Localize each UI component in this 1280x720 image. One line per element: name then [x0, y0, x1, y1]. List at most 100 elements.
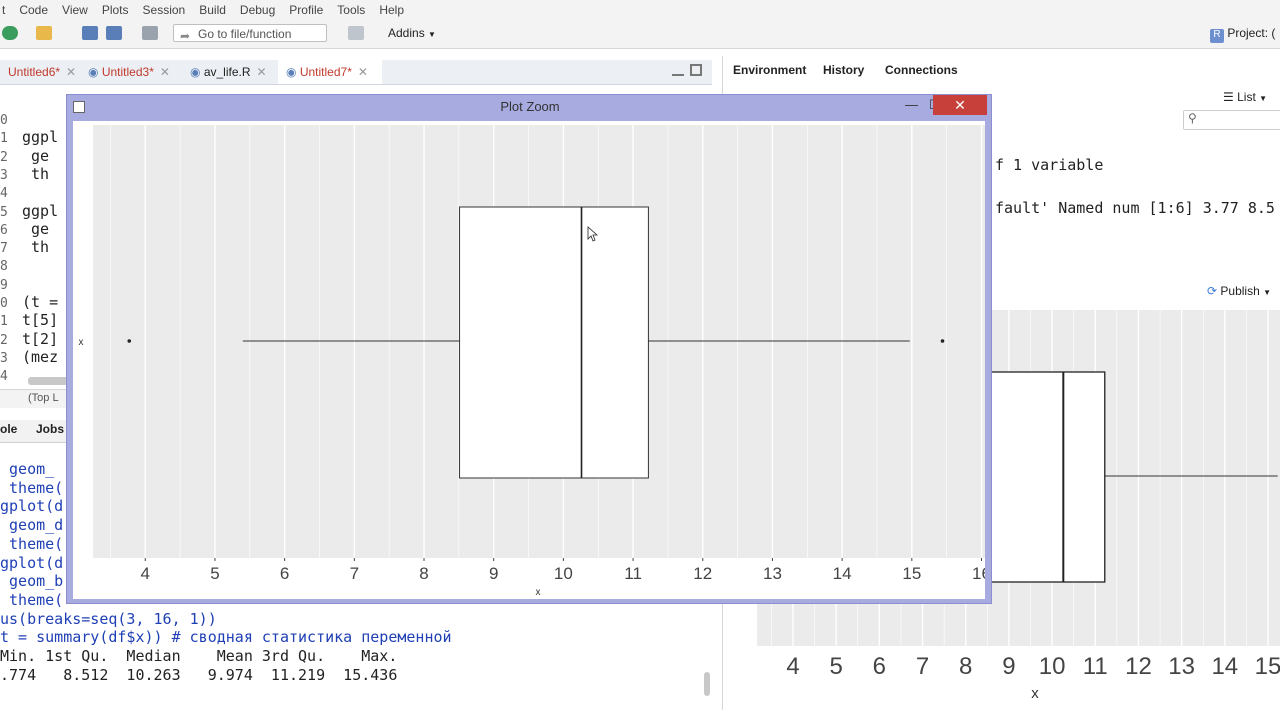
console-line: theme(: [0, 478, 64, 497]
console-line: theme(: [0, 590, 64, 609]
tab-av-life[interactable]: ◉ av_life.R ✕: [182, 60, 280, 84]
code-line: 4: [0, 183, 22, 201]
close-icon[interactable]: ✕: [66, 65, 76, 79]
zoom-plot: x 4 5 6 7 8 9 10 11 12 13 14 15 16 x: [79, 125, 991, 598]
minimize-pane-icon[interactable]: [672, 66, 684, 76]
tab-environment[interactable]: Environment: [733, 56, 806, 84]
popup-title: Plot Zoom: [500, 99, 560, 114]
console-line: geom_: [0, 460, 55, 478]
tab-console[interactable]: ole: [0, 422, 17, 436]
menu-item-profile[interactable]: Profile: [289, 0, 323, 20]
chevron-down-icon: ▼: [428, 30, 436, 39]
menu-item-plots[interactable]: Plots: [102, 0, 129, 20]
goto-file-input[interactable]: ➦ Go to file/function: [173, 24, 327, 43]
save-icon[interactable]: [82, 26, 98, 40]
line-text: t[5]: [22, 311, 59, 330]
close-window-button[interactable]: ✕: [933, 95, 987, 115]
menu-item-tools[interactable]: Tools: [337, 0, 365, 20]
x-tick-label: 9: [1002, 653, 1015, 680]
r-file-icon: ◉: [190, 65, 201, 79]
close-icon: ✕: [954, 97, 966, 113]
y-tick-label: x: [79, 337, 84, 348]
console-line: geom_d: [0, 516, 64, 535]
minimize-window-icon[interactable]: —: [905, 97, 918, 112]
line-number: 3: [0, 350, 8, 366]
line-number: 6: [0, 222, 8, 238]
code-line: 5 ggpl: [0, 202, 58, 220]
editor-status: (Top L: [28, 392, 59, 404]
project-menu[interactable]: R Project: (: [1210, 26, 1275, 43]
x-tick-label: 12: [1125, 653, 1152, 680]
project-label: Project: (: [1227, 26, 1276, 40]
console-line: .774 8.512 10.263 9.974 11.219 15.436: [0, 665, 398, 684]
x-tick-label: 13: [1168, 653, 1195, 680]
box-body: [987, 371, 1106, 583]
source-tabs: Untitled6* ✕ ◉ Untitled3* ✕ ◉ av_life.R ✕ ◉…: [0, 60, 712, 85]
line-text: th: [22, 238, 50, 257]
close-icon[interactable]: ✕: [358, 65, 368, 79]
close-icon[interactable]: ✕: [160, 65, 170, 79]
tab-untitled3[interactable]: ◉ Untitled3* ✕: [80, 60, 178, 84]
env-line-1: f 1 variable: [995, 156, 1104, 174]
x-tick-label: 8: [959, 653, 972, 680]
console-line: theme(: [0, 534, 64, 553]
save-all-icon[interactable]: [106, 26, 122, 40]
code-line: 1 ggpl: [0, 128, 58, 146]
console-scrollbar[interactable]: [704, 672, 710, 696]
line-number: 0: [0, 296, 8, 311]
code-line: 6 ge: [0, 220, 49, 238]
menu-item-session[interactable]: Session: [143, 0, 186, 20]
menu-item-debug[interactable]: Debug: [240, 0, 275, 20]
tab-connections[interactable]: Connections: [885, 56, 958, 84]
tab-untitled6[interactable]: Untitled6* ✕: [0, 60, 76, 84]
addins-menu[interactable]: Addins ▼: [388, 26, 436, 40]
line-text: th: [22, 164, 50, 183]
x-tick-label: 16: [972, 564, 985, 583]
line-number: 2: [0, 149, 8, 165]
close-icon[interactable]: ✕: [257, 65, 267, 79]
tab-history[interactable]: History: [823, 56, 864, 84]
main-toolbar: ➦ Go to file/function Addins ▼ R Project…: [0, 20, 1280, 49]
x-tick-label: 9: [489, 564, 498, 583]
x-tick-label: 13: [763, 564, 782, 583]
tab-jobs[interactable]: Jobs: [36, 422, 64, 436]
x-tick-label: 6: [280, 564, 289, 583]
menu-item-help[interactable]: Help: [379, 0, 404, 20]
grid-layout-icon[interactable]: [348, 26, 364, 40]
outlier-point: [127, 339, 132, 343]
new-project-icon[interactable]: [2, 26, 18, 40]
line-text: ggpl: [22, 128, 59, 147]
code-line: 8: [0, 256, 22, 274]
maximize-pane-icon[interactable]: [690, 64, 702, 76]
env-search-input[interactable]: ⚲: [1183, 110, 1280, 130]
x-axis-title: x: [536, 587, 541, 598]
r-file-icon: ◉: [286, 65, 297, 79]
menu-item-code[interactable]: Code: [19, 0, 48, 20]
r-project-icon: R: [1210, 29, 1224, 43]
chevron-down-icon: ▼: [1259, 94, 1268, 103]
tab-untitled7[interactable]: ◉ Untitled7* ✕: [278, 60, 382, 84]
menu-item-build[interactable]: Build: [199, 0, 226, 20]
line-text: ggpl: [22, 201, 59, 220]
list-icon: ☰: [1223, 90, 1234, 104]
x-tick-label: 4: [786, 653, 799, 680]
x-tick-label: 6: [873, 653, 886, 680]
x-tick-label: 12: [693, 564, 712, 583]
console-line: gplot(d: [0, 553, 64, 572]
line-text: ge: [22, 219, 50, 238]
line-number: 8: [0, 259, 8, 275]
list-view-toggle[interactable]: ☰ List ▼: [1223, 90, 1267, 104]
goto-arrow-icon: ➦: [180, 29, 191, 43]
code-line: 3 (mez: [0, 348, 58, 366]
goto-placeholder: Go to file/function: [198, 27, 292, 41]
menu-item-view[interactable]: View: [62, 0, 88, 20]
open-file-icon[interactable]: [36, 26, 52, 40]
line-number: 5: [0, 204, 8, 220]
print-icon[interactable]: [142, 26, 158, 40]
line-text: (t =: [22, 293, 59, 311]
menu-item-t[interactable]: t: [2, 0, 5, 20]
code-line: 9: [0, 275, 22, 293]
x-tick-label: 15: [902, 564, 921, 583]
editor-scrollbar[interactable]: [28, 377, 68, 385]
code-line: 4: [0, 366, 22, 384]
